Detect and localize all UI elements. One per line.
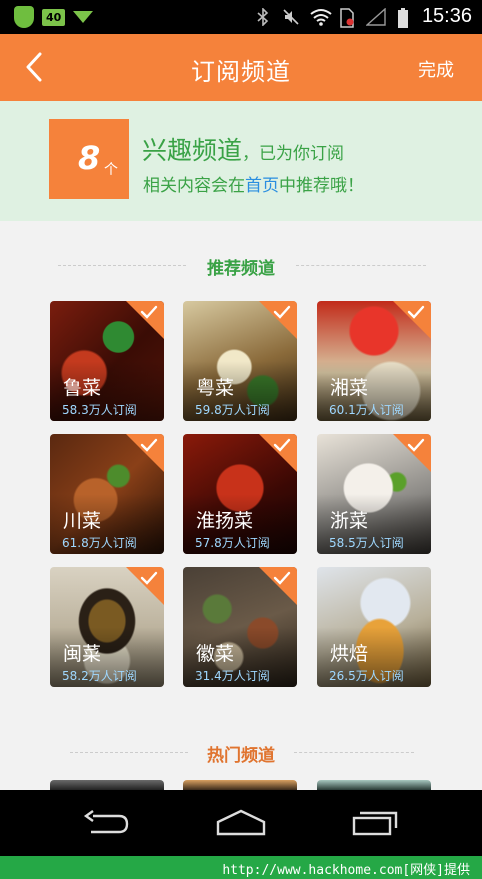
banner-title: 兴趣频道，已为你订阅 <box>142 131 344 167</box>
system-navigation-bar <box>0 790 482 856</box>
recommended-section-header: 推荐频道 <box>0 254 482 279</box>
clock: 15:36 <box>421 5 472 27</box>
app-bar: 订阅频道 完成 <box>0 34 482 101</box>
download-icon <box>73 11 94 23</box>
subscribed-count-unit: 个 <box>104 162 118 178</box>
back-icon[interactable] <box>83 808 133 838</box>
notification-badge: 40 <box>42 8 66 26</box>
channel-subscribers: 59.8万人订阅 <box>195 403 270 417</box>
shield-app-icon <box>14 6 34 28</box>
status-bar: 40 15:36 <box>0 0 482 34</box>
channel-subscribers: 26.5万人订阅 <box>329 669 404 683</box>
channel-name: 川菜 <box>63 510 102 532</box>
interest-banner: 8 个 兴趣频道，已为你订阅 相关内容会在首页中推荐哦！ <box>0 101 482 221</box>
mute-icon <box>282 8 300 26</box>
channel-card-yue[interactable]: 粤菜 59.8万人订阅 <box>183 301 297 421</box>
wifi-icon <box>310 8 332 26</box>
checkmark-icon <box>140 438 158 452</box>
home-icon[interactable] <box>214 808 266 838</box>
bluetooth-icon <box>254 6 272 27</box>
channel-card-lu[interactable]: 鲁菜 58.3万人订阅 <box>50 301 164 421</box>
signal-icon <box>365 6 386 26</box>
checkmark-icon <box>407 438 425 452</box>
subscribed-count: 8 <box>78 139 101 177</box>
channel-name: 淮扬菜 <box>196 510 254 532</box>
channel-name: 闽菜 <box>63 643 102 665</box>
channel-subscribers: 61.8万人订阅 <box>62 536 137 550</box>
checkmark-icon <box>273 305 291 319</box>
no-sim-icon <box>338 7 356 28</box>
channel-name: 浙菜 <box>330 510 369 532</box>
channel-card-min[interactable]: 闽菜 58.2万人订阅 <box>50 567 164 687</box>
subscribed-count-badge: 8 个 <box>49 119 129 199</box>
battery-icon <box>394 7 412 28</box>
banner-description: 相关内容会在首页中推荐哦！ <box>143 171 364 196</box>
channel-subscribers: 60.1万人订阅 <box>329 403 404 417</box>
banner-line-suffix: 中推荐哦！ <box>279 176 364 196</box>
channel-card-chuan[interactable]: 川菜 61.8万人订阅 <box>50 434 164 554</box>
recommended-section-title: 推荐频道 <box>207 259 275 279</box>
channel-name: 粤菜 <box>196 377 235 399</box>
checkmark-icon <box>407 305 425 319</box>
recent-apps-icon[interactable] <box>350 808 400 838</box>
channel-card-xiang[interactable]: 湘菜 60.1万人订阅 <box>317 301 431 421</box>
channel-name: 徽菜 <box>196 643 235 665</box>
channel-name: 湘菜 <box>330 377 369 399</box>
checkmark-icon <box>273 438 291 452</box>
channel-subscribers: 58.3万人订阅 <box>62 403 137 417</box>
watermark-text: http://www.hackhome.com[网侠]提供 <box>222 863 470 878</box>
hot-channel-card[interactable] <box>50 780 164 790</box>
hot-section-title: 热门频道 <box>207 746 275 766</box>
watermark-bar: http://www.hackhome.com[网侠]提供 <box>0 856 482 879</box>
channel-card-huaiyang[interactable]: 淮扬菜 57.8万人订阅 <box>183 434 297 554</box>
homepage-link[interactable]: 首页 <box>245 176 279 196</box>
hot-channel-card[interactable] <box>317 780 431 790</box>
channel-card-baking[interactable]: 烘焙 26.5万人订阅 <box>317 567 431 687</box>
page-title: 订阅频道 <box>191 58 291 86</box>
channel-name: 鲁菜 <box>63 377 102 399</box>
banner-title-suffix: ，已为你订阅 <box>242 144 345 164</box>
channel-subscribers: 58.5万人订阅 <box>329 536 404 550</box>
channel-subscribers: 57.8万人订阅 <box>195 536 270 550</box>
checkmark-icon <box>140 305 158 319</box>
banner-title-main: 兴趣频道 <box>142 136 243 165</box>
channel-subscribers: 58.2万人订阅 <box>62 669 137 683</box>
channel-card-zhe[interactable]: 浙菜 58.5万人订阅 <box>317 434 431 554</box>
hot-section-header: 热门频道 <box>0 741 482 766</box>
checkmark-icon <box>273 571 291 585</box>
channel-card-hui[interactable]: 徽菜 31.4万人订阅 <box>183 567 297 687</box>
hot-channel-card[interactable] <box>183 780 297 790</box>
done-button[interactable]: 完成 <box>418 56 454 82</box>
channel-name: 烘焙 <box>330 643 369 665</box>
banner-line-prefix: 相关内容会在 <box>143 176 245 196</box>
channel-subscribers: 31.4万人订阅 <box>195 669 270 683</box>
checkmark-icon <box>140 571 158 585</box>
